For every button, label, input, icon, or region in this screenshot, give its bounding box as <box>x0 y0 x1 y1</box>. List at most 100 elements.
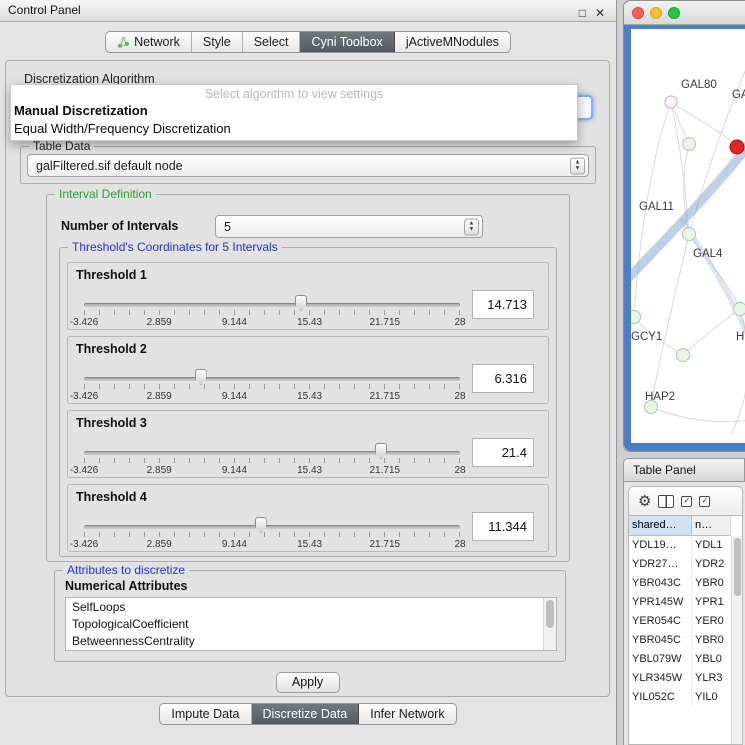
threshold-label: Threshold 2 <box>76 342 147 356</box>
tab-select[interactable]: Select <box>243 32 301 52</box>
slider-thumb[interactable] <box>195 369 207 385</box>
slider-track[interactable] <box>84 525 460 529</box>
column-header-name[interactable]: n… <box>692 516 731 536</box>
tab-network[interactable]: Network <box>106 32 192 52</box>
tab-cyni-toolbox[interactable]: Cyni Toolbox <box>300 32 394 52</box>
slider-tick-label: 28 <box>454 391 465 402</box>
check-icon: ✓ <box>702 496 709 505</box>
table-scrollbar-thumb[interactable] <box>734 538 741 596</box>
slider-thumb[interactable] <box>375 443 387 459</box>
table-row[interactable]: YDR27…YDR2 <box>629 555 731 574</box>
apply-button[interactable]: Apply <box>276 672 340 693</box>
threshold-slider[interactable]: -3.4262.8599.14415.4321.71528 <box>84 371 460 403</box>
threshold-slider[interactable]: -3.4262.8599.14415.4321.71528 <box>84 519 460 551</box>
table-row[interactable]: YBL079WYBL0 <box>629 650 731 669</box>
table-row[interactable]: YLR345WYLR3 <box>629 669 731 688</box>
tab-style[interactable]: Style <box>192 32 243 52</box>
close-traffic-light-icon[interactable] <box>632 7 644 19</box>
tab-infer-network[interactable]: Infer Network <box>359 704 455 724</box>
tab-label: Style <box>203 35 231 49</box>
combo-stepper-icon: ▲▼ <box>464 218 479 235</box>
slider-tick-label: 21.715 <box>370 465 401 476</box>
tab-impute-data[interactable]: Impute Data <box>160 704 251 724</box>
cyni-toolbox-panel: Discretization Algorithm Table Data galF… <box>5 60 610 697</box>
slider-ticks <box>84 310 460 315</box>
slider-track[interactable] <box>84 377 460 381</box>
list-scrollbar[interactable] <box>543 598 556 650</box>
network-node[interactable] <box>682 227 696 241</box>
table-cell: YER054C <box>629 612 692 631</box>
table-cell: YDL19… <box>629 536 692 555</box>
slider-tick-label: 28 <box>454 539 465 550</box>
slider-thumb[interactable] <box>295 295 307 311</box>
network-canvas[interactable]: GAL80GAGAL11GAL4GCY1HAP2H <box>631 29 745 443</box>
network-node[interactable] <box>733 302 745 316</box>
slider-thumb[interactable] <box>255 517 267 533</box>
num-intervals-value: 5 <box>224 220 231 234</box>
list-item[interactable]: BetweennessCentrality <box>66 633 543 650</box>
attributes-list[interactable]: SelfLoopsTopologicalCoefficientBetweenne… <box>65 597 557 651</box>
close-icon[interactable]: ✕ <box>595 3 605 24</box>
zoom-traffic-light-icon[interactable] <box>668 7 680 19</box>
tab-label: Select <box>254 35 289 49</box>
algorithm-option[interactable]: Manual Discretization <box>11 102 577 120</box>
network-node[interactable] <box>665 96 678 109</box>
table-cell: YPR145W <box>629 593 692 612</box>
minimize-traffic-light-icon[interactable] <box>650 7 662 19</box>
columns-icon[interactable] <box>658 495 674 508</box>
slider-ticks <box>84 458 460 463</box>
table-row[interactable]: YBR045CYBR0 <box>629 631 731 650</box>
select-columns-checkbox-icon[interactable]: ✓ <box>681 496 692 507</box>
table-row[interactable]: YDL19…YDL1 <box>629 536 731 555</box>
table-toolbar: ⚙ ✓ ✓ <box>628 486 743 516</box>
slider-track[interactable] <box>84 451 460 455</box>
network-node[interactable] <box>682 137 696 151</box>
slider-track[interactable] <box>84 303 460 307</box>
slider-tick-label: 2.859 <box>147 317 172 328</box>
slider-tick-label: 9.144 <box>222 317 247 328</box>
algorithm-dropdown: Select algorithm to view settings Manual… <box>10 84 578 141</box>
table-row[interactable]: YIL052CYIL0 <box>629 688 731 707</box>
list-item[interactable]: TopologicalCoefficient <box>66 616 543 633</box>
table-row[interactable]: YPR145WYPR1 <box>629 593 731 612</box>
tab-label: Discretize Data <box>263 707 348 721</box>
num-intervals-combo[interactable]: 5 ▲▼ <box>215 215 483 238</box>
network-node[interactable] <box>730 140 745 155</box>
column-header-shared-name[interactable]: shared… <box>629 516 692 536</box>
table-row[interactable]: YBR043CYBR0 <box>629 574 731 593</box>
attributes-group: Attributes to discretize Numerical Attri… <box>54 570 566 662</box>
table-panel-window: ⚙ ✓ ✓ shared… n… YDL19…YDL1YDR27…YDR2YBR… <box>623 482 745 745</box>
network-titlebar[interactable] <box>624 1 745 25</box>
table-row[interactable]: YER054CYER0 <box>629 612 731 631</box>
threshold-slider[interactable]: -3.4262.8599.14415.4321.71528 <box>84 445 460 477</box>
threshold-slider[interactable]: -3.4262.8599.14415.4321.71528 <box>84 297 460 329</box>
network-node[interactable] <box>676 348 690 362</box>
slider-tick-label: 2.859 <box>147 539 172 550</box>
list-item[interactable]: SelfLoops <box>66 599 543 616</box>
threshold-value-box[interactable]: 14.713 <box>472 290 534 319</box>
algorithm-option[interactable]: Equal Width/Frequency Discretization <box>11 120 577 138</box>
slider-tick-label: 21.715 <box>370 391 401 402</box>
tab-label: jActiveMNodules <box>406 35 499 49</box>
threshold-value-box[interactable]: 11.344 <box>472 512 534 541</box>
threshold-value-box[interactable]: 6.316 <box>472 364 534 393</box>
list-scrollbar-thumb[interactable] <box>546 600 554 628</box>
threshold-panel: Threshold 2-3.4262.8599.14415.4321.71528… <box>67 336 549 404</box>
table-data-combo[interactable]: galFiltered.sif default node ▲▼ <box>27 154 589 177</box>
slider-tick-label: 15.43 <box>297 391 322 402</box>
table-cell: YIL052C <box>629 688 692 707</box>
slider-tick-labels: -3.4262.8599.14415.4321.71528 <box>84 539 460 550</box>
tab-jactivemnodules[interactable]: jActiveMNodules <box>395 32 510 52</box>
node-label: GAL80 <box>681 79 717 91</box>
tab-discretize-data[interactable]: Discretize Data <box>252 704 360 724</box>
check-icon: ✓ <box>684 496 691 505</box>
bottom-tab-bar: Impute Data Discretize Data Infer Network <box>159 703 456 725</box>
attributes-list-items: SelfLoopsTopologicalCoefficientBetweenne… <box>66 599 543 650</box>
threshold-value-box[interactable]: 21.4 <box>472 438 534 467</box>
select-rows-checkbox-icon[interactable]: ✓ <box>699 496 710 507</box>
settings-gear-icon[interactable]: ⚙ <box>638 494 651 509</box>
table-cell: YBL0 <box>692 650 731 669</box>
slider-tick-labels: -3.4262.8599.14415.4321.71528 <box>84 391 460 402</box>
table-scrollbar[interactable] <box>731 536 742 744</box>
float-window-icon[interactable]: □ <box>579 3 586 24</box>
